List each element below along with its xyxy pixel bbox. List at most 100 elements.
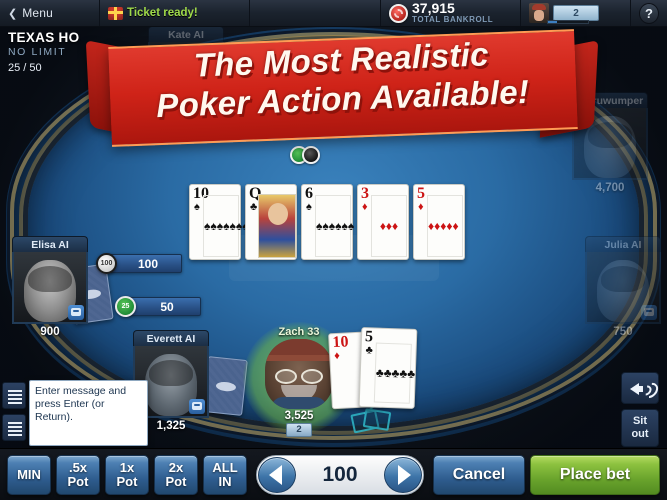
hero-avatar <box>265 339 333 409</box>
bankroll-label: TOTAL BANKROLL <box>412 15 494 24</box>
one-pot-line1: 1x <box>119 459 135 475</box>
cancel-button[interactable]: Cancel <box>433 454 525 495</box>
two-pot-line1: 2x <box>168 459 184 475</box>
place-bet-label: Place bet <box>559 465 631 483</box>
menu-button[interactable]: ❮ Menu <box>0 0 100 26</box>
facedown-cards-everett <box>202 356 248 416</box>
xp-bar <box>547 20 589 24</box>
bet-display-everett: 25 50 <box>115 296 201 317</box>
card-suit: ♠ <box>306 201 312 213</box>
sit-out-button[interactable]: Sit out <box>621 409 659 447</box>
right-controls: Sit out <box>621 372 661 447</box>
blinds-label: 25 / 50 <box>8 62 42 74</box>
community-card-4: 3 ♦ ♦♦♦ <box>357 184 409 260</box>
seat-name: Julia AI <box>585 236 661 252</box>
sound-wave-icon <box>642 382 651 396</box>
poker-game-screen: ❮ Menu Ticket ready! 37,915 TOTAL BANKRO… <box>0 0 667 500</box>
speaker-icon <box>630 383 643 395</box>
bet-amount: 50 <box>127 297 201 316</box>
card-suit: ♦ <box>362 201 368 213</box>
seat-portrait <box>12 252 88 324</box>
help-button[interactable]: ? <box>631 0 667 26</box>
card-suit: ♠ <box>194 201 200 213</box>
chat-panel: Enter message and press Enter (or Return… <box>2 380 148 446</box>
chat-input[interactable]: Enter message and press Enter (or Return… <box>29 380 148 446</box>
chat-bubble-icon[interactable] <box>2 414 26 441</box>
promo-banner: The Most Realistic Poker Action Availabl… <box>85 28 599 150</box>
all-in-button[interactable]: ALL IN <box>203 454 247 495</box>
game-type-title: TEXAS HO <box>8 30 80 45</box>
hero-torso <box>271 397 327 409</box>
glasses-icon <box>275 369 323 384</box>
chip-icon <box>389 3 408 23</box>
card-rank: 5 <box>364 328 374 346</box>
one-pot-button[interactable]: 1x Pot <box>105 454 149 495</box>
half-pot-button[interactable]: .5x Pot <box>56 454 100 495</box>
seat-stack: 900 <box>40 326 60 338</box>
bankroll-display[interactable]: 37,915 TOTAL BANKROLL <box>381 0 521 26</box>
level-badge: 2 <box>553 5 599 21</box>
one-pot-line2: Pot <box>116 473 138 489</box>
ai-badge-icon <box>189 399 205 414</box>
decrease-bet-button[interactable] <box>258 456 296 493</box>
community-cards: 10 ♠ ♠♠♠♠♠♠♠♠♠♠ Q ♣ 6 ♠ ♠♠♠♠♠♠ 3 ♦ ♦♦♦ 5… <box>189 184 465 260</box>
card-pips: ♦♦♦ <box>371 195 407 257</box>
card-rank: 5 <box>417 185 425 202</box>
ai-badge-icon <box>641 305 657 320</box>
half-pot-line1: .5x <box>68 459 88 475</box>
bet-chip-icon: 25 <box>115 296 136 317</box>
increase-bet-button[interactable] <box>384 456 422 493</box>
min-bet-button[interactable]: MIN <box>7 454 51 495</box>
bet-amount: 100 <box>108 254 182 273</box>
action-bar: MIN .5x Pot 1x Pot 2x Pot ALL IN 100 Can… <box>0 448 667 500</box>
ai-badge-icon <box>68 305 84 320</box>
hat-icon <box>265 339 333 361</box>
all-in-line1: ALL <box>212 459 238 475</box>
seat-julia-ai[interactable]: Julia AI 750 <box>585 236 661 338</box>
hole-card-2: 5 ♣ ♣♣♣♣♣ <box>358 327 418 409</box>
bet-chip-icon: 100 <box>96 253 117 274</box>
help-icon: ? <box>639 2 659 24</box>
ticket-label: Ticket ready! <box>127 7 198 19</box>
hero-seat-badge: 2 <box>286 423 312 437</box>
seat-stack: 4,700 <box>595 182 625 194</box>
all-in-line2: IN <box>218 473 232 489</box>
ticket-indicator[interactable]: Ticket ready! <box>100 0 250 26</box>
menu-label: Menu <box>22 6 54 20</box>
card-rank: 10 <box>332 333 349 352</box>
game-limit-label: NO LIMIT <box>8 46 67 58</box>
bet-amount-value: 100 <box>322 462 358 486</box>
seat-stack: 750 <box>613 326 633 338</box>
game-info: TEXAS HO NO LIMIT 25 / 50 <box>8 30 79 74</box>
half-pot-line2: Pot <box>67 473 89 489</box>
card-rank: 3 <box>361 185 369 202</box>
card-pips: ♠♠♠♠♠♠♠♠♠♠ <box>203 195 268 257</box>
community-card-2: Q ♣ <box>245 184 297 260</box>
bankroll-amount: 37,915 <box>412 0 455 16</box>
card-court-image <box>258 194 296 258</box>
bet-display-elisa: 100 100 <box>96 253 182 274</box>
card-suit: ♣ <box>365 344 374 357</box>
two-pot-button[interactable]: 2x Pot <box>154 454 198 495</box>
seat-elisa-ai[interactable]: Elisa AI 900 <box>12 236 88 338</box>
card-suit: ♦ <box>418 201 424 213</box>
seat-portrait <box>585 252 661 324</box>
arrow-left-icon <box>269 464 282 485</box>
profile-level[interactable]: 2 <box>521 0 631 26</box>
sound-toggle-button[interactable] <box>621 372 659 404</box>
topbar-spacer <box>250 0 381 26</box>
card-pips: ♠♠♠♠♠♠ <box>315 195 354 257</box>
card-suit: ♣ <box>250 201 258 213</box>
muck-cards-icon[interactable] <box>352 399 392 430</box>
chat-list-icon[interactable] <box>2 382 26 409</box>
top-bar: ❮ Menu Ticket ready! 37,915 TOTAL BANKRO… <box>0 0 667 27</box>
chat-side-buttons <box>2 380 26 446</box>
min-label: MIN <box>17 466 41 482</box>
community-card-3: 6 ♠ ♠♠♠♠♠♠ <box>301 184 354 260</box>
card-suit: ♦ <box>333 349 341 363</box>
bet-amount-stepper[interactable]: 100 <box>256 454 424 495</box>
chevron-left-icon: ❮ <box>8 7 18 20</box>
place-bet-button[interactable]: Place bet <box>530 454 660 495</box>
cancel-label: Cancel <box>452 465 506 483</box>
card-pips: ♣♣♣♣♣ <box>373 342 415 404</box>
